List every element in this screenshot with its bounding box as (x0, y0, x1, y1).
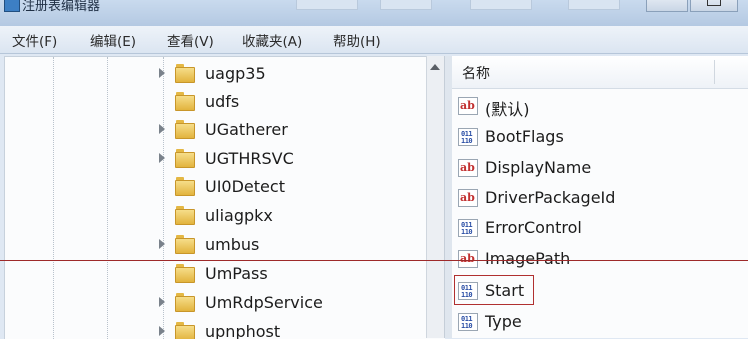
value-name: DisplayName (485, 158, 592, 177)
tree-item-label: udfs (205, 92, 240, 111)
folder-icon (175, 92, 195, 111)
tree-item-label: uagp35 (205, 64, 266, 83)
title-bar-field (296, 0, 358, 10)
tree-item-ugatherer[interactable]: UGatherer (5, 116, 425, 144)
tree-item-label: UGatherer (205, 120, 288, 139)
tree-item-ui0detect[interactable]: UI0Detect (5, 173, 425, 201)
title-bar-field (470, 0, 532, 10)
registry-values-list: 名称 ab (默认) 011 110 BootFlags ab DisplayNa… (452, 56, 748, 338)
folder-icon (175, 235, 195, 254)
tree-item-label: UGTHRSVC (205, 149, 294, 168)
binary-value-icon: 011 110 (458, 282, 478, 300)
value-row-default[interactable]: ab (默认) (458, 92, 748, 122)
value-name: DriverPackageId (485, 188, 616, 207)
title-bar: 注册表编辑器 (0, 0, 748, 26)
value-name: ErrorControl (485, 218, 582, 237)
registry-key-tree: uagp35 udfs UGatherer UGTHRSVC UI0Detect… (4, 56, 445, 339)
value-name: ImagePath (485, 249, 571, 268)
tree-item-label: UmRdpService (205, 293, 323, 312)
expand-arrow-icon[interactable] (159, 297, 165, 307)
tree-item-umbus[interactable]: umbus (5, 231, 425, 259)
tree-item-upnphost[interactable]: upnphost (5, 318, 425, 339)
maximize-button[interactable] (690, 0, 738, 12)
folder-icon (175, 64, 195, 83)
expand-arrow-icon[interactable] (159, 153, 165, 163)
folder-icon (175, 177, 195, 196)
minimize-button[interactable] (646, 0, 688, 12)
value-row-start[interactable]: 011 110 Start (454, 275, 748, 307)
red-guide-line (0, 260, 748, 261)
tree-item-label: uliagpkx (205, 206, 273, 225)
value-row-type[interactable]: 011 110 Type (458, 308, 748, 338)
string-value-icon: ab (458, 159, 478, 177)
menu-bar: 文件(F) 编辑(E) 查看(V) 收藏夹(A) 帮助(H) (0, 26, 748, 54)
column-header-label: 名称 (462, 66, 490, 82)
title-bar-field (568, 0, 620, 10)
menu-file[interactable]: 文件(F) (12, 30, 57, 50)
folder-icon (175, 322, 195, 339)
tree-item-umpass[interactable]: UmPass (5, 260, 425, 288)
column-separator[interactable] (714, 60, 715, 84)
regedit-app-icon (4, 0, 20, 12)
maximize-icon (707, 0, 721, 6)
tree-item-ugthrsvc[interactable]: UGTHRSVC (5, 145, 425, 173)
binary-value-icon: 011 110 (458, 219, 478, 237)
binary-value-icon: 011 110 (458, 128, 478, 146)
folder-icon (175, 120, 195, 139)
scroll-up-arrow-icon[interactable] (430, 64, 440, 70)
value-name: BootFlags (485, 127, 564, 146)
menu-edit[interactable]: 编辑(E) (90, 30, 136, 50)
binary-value-icon: 011 110 (458, 313, 478, 331)
expand-arrow-icon[interactable] (159, 326, 165, 336)
tree-item-udfs[interactable]: udfs (5, 88, 425, 116)
value-name: (默认) (485, 100, 530, 119)
tree-item-umrdpservice[interactable]: UmRdpService (5, 289, 425, 317)
folder-icon (175, 206, 195, 225)
tree-item-label: UI0Detect (205, 177, 285, 196)
expand-arrow-icon[interactable] (159, 124, 165, 134)
tree-item-label: UmPass (205, 264, 268, 283)
window-title: 注册表编辑器 (22, 0, 101, 14)
folder-icon (175, 293, 195, 312)
string-value-icon: ab (458, 250, 478, 268)
column-header-name[interactable]: 名称 (452, 56, 748, 89)
folder-icon (175, 264, 195, 283)
string-value-icon: ab (458, 97, 478, 115)
value-row-driverpackageid[interactable]: ab DriverPackageId (458, 184, 748, 214)
value-name: Type (485, 312, 522, 331)
expand-arrow-icon[interactable] (159, 68, 165, 78)
menu-favorites[interactable]: 收藏夹(A) (242, 30, 302, 50)
tree-item-label: umbus (205, 235, 260, 254)
tree-item-uagp35[interactable]: uagp35 (5, 60, 425, 88)
title-bar-field (380, 0, 432, 10)
menu-help[interactable]: 帮助(H) (333, 30, 381, 50)
string-value-icon: ab (458, 189, 478, 207)
folder-icon (175, 149, 195, 168)
value-name: Start (485, 281, 525, 300)
value-row-displayname[interactable]: ab DisplayName (458, 154, 748, 184)
tree-scrollbar[interactable] (426, 56, 445, 338)
menu-view[interactable]: 查看(V) (167, 30, 214, 50)
value-row-bootflags[interactable]: 011 110 BootFlags (458, 123, 748, 153)
tree-item-uliagpkx[interactable]: uliagpkx (5, 202, 425, 230)
value-row-errorcontrol[interactable]: 011 110 ErrorControl (458, 214, 748, 244)
tree-item-label: upnphost (205, 322, 281, 339)
expand-arrow-icon[interactable] (159, 239, 165, 249)
